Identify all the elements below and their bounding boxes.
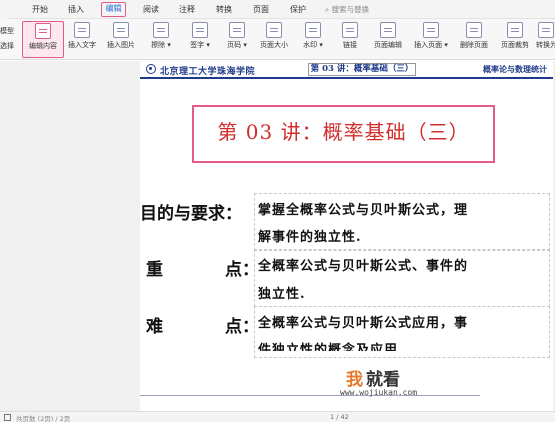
status-bar: 共页数 (2页) / 2页 1 / 42 <box>0 411 555 422</box>
left-label-select[interactable]: 选择 <box>0 41 14 51</box>
page-header: 北京理工大学珠海学院 第 03 讲：概率基础（三） 概率论与数理统计 <box>140 61 553 79</box>
page-size-label: 页面大小 <box>260 41 288 49</box>
signature-icon <box>192 22 208 38</box>
page-edit-button[interactable]: 页面编辑 <box>370 21 406 58</box>
page-number-button[interactable]: 页码 ▾ <box>222 21 252 58</box>
watermark-button[interactable]: 水印 ▾ <box>298 21 328 58</box>
key-points-line-1[interactable]: 全概率公式与贝叶斯公式、事件的 <box>258 255 468 274</box>
insert-text-icon <box>74 22 90 38</box>
key-points-label[interactable]: 重 <box>146 255 163 280</box>
title-edit-box[interactable]: 第 03 讲：概率基础（三） <box>192 105 495 163</box>
edit-content-icon <box>35 23 51 39</box>
difficulties-line-2-clip: 件独立性的概念及应用 <box>258 339 498 351</box>
insert-image-label: 插入图片 <box>107 41 135 49</box>
watermark-label: 水印 ▾ <box>303 41 323 49</box>
insert-text-button[interactable]: 插入文字 <box>66 21 98 58</box>
watermark-icon <box>305 22 321 38</box>
delete-page-icon <box>466 22 482 38</box>
difficulties-line-1[interactable]: 全概率公式与贝叶斯公式应用，事 <box>258 312 468 331</box>
convert-icon <box>537 22 554 38</box>
signature-label: 签字 ▾ <box>190 41 210 49</box>
toolbar: 模型 选择 编辑内容 插入文字 插入图片 擦除 ▾ 签字 ▾ 页码 ▾ 页面大小… <box>0 19 555 60</box>
insert-image-button[interactable]: 插入图片 <box>104 21 138 58</box>
difficulties-label[interactable]: 难 <box>146 312 163 337</box>
page-size-icon <box>266 22 282 38</box>
left-label-model[interactable]: 模型 <box>0 26 14 36</box>
page-crop-icon <box>507 22 523 38</box>
school-name: 北京理工大学珠海学院 <box>160 67 256 77</box>
eraser-icon <box>153 22 169 38</box>
menu-item-convert[interactable]: 转换 <box>214 2 234 17</box>
menu-item-start[interactable]: 开始 <box>30 2 50 17</box>
delete-page-label: 删除页面 <box>460 41 488 49</box>
header-lecture-title[interactable]: 第 03 讲：概率基础（三） <box>308 63 416 76</box>
insert-page-button[interactable]: 插入页面 ▾ <box>410 21 452 58</box>
left-strip <box>0 0 8 19</box>
school-logo-icon <box>146 64 156 74</box>
delete-page-button[interactable]: 删除页面 <box>456 21 492 58</box>
document-page[interactable]: 北京理工大学珠海学院 第 03 讲：概率基础（三） 概率论与数理统计 第 03 … <box>140 61 553 411</box>
menu-item-protect[interactable]: 保护 <box>288 2 308 17</box>
header-divider <box>140 77 553 79</box>
search-icon: ⌕ <box>325 5 330 14</box>
lecture-title[interactable]: 第 03 讲：概率基础（三） <box>194 116 493 145</box>
document-viewport[interactable]: 北京理工大学珠海学院 第 03 讲：概率基础（三） 概率论与数理统计 第 03 … <box>0 61 555 411</box>
objectives-line-2[interactable]: 解事件的独立性. <box>258 226 362 245</box>
search-placeholder: 搜索与替换 <box>331 5 370 14</box>
menu-item-read[interactable]: 阅读 <box>141 2 161 17</box>
watermark-url: www.wojiukan.com <box>340 388 418 397</box>
difficulties-line-2[interactable]: 件独立性的概念及应用 <box>258 339 398 351</box>
menu-item-insert[interactable]: 插入 <box>66 2 86 17</box>
insert-page-icon <box>423 22 439 38</box>
page-crop-button[interactable]: 页面裁剪 <box>497 21 533 58</box>
menu-item-annotate[interactable]: 注释 <box>177 2 197 17</box>
link-label: 链接 <box>343 41 357 49</box>
status-text: 共页数 (2页) / 2页 <box>16 415 71 422</box>
edit-content-button[interactable]: 编辑内容 <box>22 21 64 58</box>
insert-page-label: 插入页面 ▾ <box>414 41 448 49</box>
objectives-label[interactable]: 目的与要求： <box>140 199 242 224</box>
watermark-char: 我 <box>346 370 363 390</box>
link-button[interactable]: 链接 <box>336 21 364 58</box>
page-indicator[interactable]: 1 / 42 <box>330 413 349 421</box>
signature-button[interactable]: 签字 ▾ <box>185 21 215 58</box>
insert-text-label: 插入文字 <box>68 41 96 49</box>
eraser-button[interactable]: 擦除 ▾ <box>146 21 176 58</box>
document-icon <box>4 414 11 421</box>
insert-image-icon <box>113 22 129 38</box>
page-number-label: 页码 ▾ <box>227 41 247 49</box>
page-edit-icon <box>380 22 396 38</box>
eraser-label: 擦除 ▾ <box>151 41 171 49</box>
link-icon <box>342 22 358 38</box>
page-number-icon <box>229 22 245 38</box>
edit-content-label: 编辑内容 <box>29 42 57 50</box>
menu-item-page[interactable]: 页面 <box>251 2 271 17</box>
site-watermark: 我 就看 www.wojiukan.com <box>340 365 450 405</box>
search-input[interactable]: ⌕ 搜索与替换 <box>325 3 415 16</box>
page-edit-label: 页面编辑 <box>374 41 402 49</box>
watermark-text: 就看 <box>366 370 400 390</box>
objectives-line-1[interactable]: 掌握全概率公式与贝叶斯公式，理 <box>258 199 468 218</box>
menu-bar: 开始 插入 编辑 阅读 注释 转换 页面 保护 ⌕ 搜索与替换 <box>0 0 555 19</box>
menu-item-edit[interactable]: 编辑 <box>101 2 126 17</box>
page-size-button[interactable]: 页面大小 <box>257 21 291 58</box>
key-points-line-2[interactable]: 独立性. <box>258 283 306 302</box>
convert-button[interactable]: 转换为 <box>536 21 555 58</box>
page-crop-label: 页面裁剪 <box>501 41 529 49</box>
convert-label: 转换为 <box>536 41 555 49</box>
header-course-name: 概率论与数理统计 <box>483 65 547 74</box>
